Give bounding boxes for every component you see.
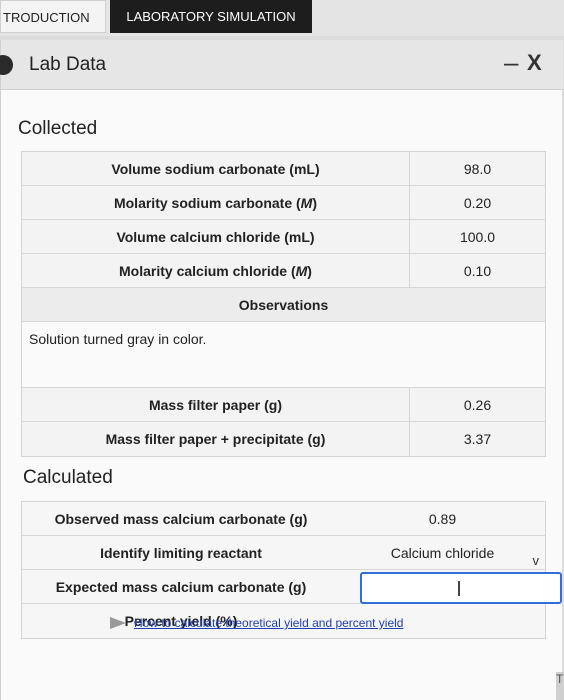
row-value: 3.37 (463, 431, 492, 447)
text-cursor (458, 581, 460, 596)
row-value: 100.0 (459, 229, 496, 245)
panel-title: Lab Data (29, 54, 107, 75)
row-value: 0.10 (463, 263, 492, 279)
table-row: Volume sodium carbonate (mL) 98.0 (22, 152, 545, 186)
row-value: 0.26 (463, 397, 492, 413)
panel-header: Lab Data – X (0, 40, 563, 90)
row-label: Volume sodium carbonate (mL) (22, 152, 410, 185)
observations-text: Solution turned gray in color. (29, 331, 207, 347)
panel-collapse-icon[interactable] (0, 55, 13, 75)
observations-row: Solution turned gray in color. (22, 322, 545, 388)
observed-mass-label: Observed mass calcium carbonate (g) (54, 511, 308, 527)
observed-mass-row: Observed mass calcium carbonate (g) 0.89 (22, 502, 545, 536)
row-value: 98.0 (463, 161, 492, 177)
expected-mass-row: Expected mass calcium carbonate (g) (22, 570, 562, 604)
tab-laboratory-simulation[interactable]: LABORATORY SIMULATION (110, 0, 312, 33)
limiting-reactant-row: Identify limiting reactant Calcium chlor… (22, 536, 545, 570)
row-label: Molarity sodium carbonate (M) (22, 186, 410, 219)
row-label: Mass filter paper (g) (22, 388, 410, 421)
help-link[interactable]: How to calculate theoretical yield and p… (134, 616, 403, 630)
collected-table: Volume sodium carbonate (mL) 98.0 Molari… (21, 151, 546, 457)
table-row: Mass filter paper + precipitate (g) 3.37 (22, 422, 545, 456)
side-tab[interactable]: T (556, 672, 564, 700)
limiting-reactant-label: Identify limiting reactant (100, 545, 262, 561)
table-row: Volume calcium chloride (mL) 100.0 (22, 220, 545, 254)
observations-heading: Observations (238, 297, 329, 313)
row-label: Volume calcium chloride (mL) (22, 220, 410, 253)
observed-mass-value: 0.89 (428, 511, 457, 527)
observations-header-row: Observations (22, 288, 545, 322)
limiting-reactant-value: Calcium chloride (390, 545, 495, 561)
collected-heading: Collected (18, 118, 98, 139)
close-button[interactable]: X (527, 51, 542, 75)
expected-mass-cell (340, 570, 562, 604)
row-label: Molarity calcium chloride (M) (22, 254, 410, 287)
lab-data-panel: Lab Data – X Collected Volume sodium car… (0, 40, 563, 700)
table-row: Molarity calcium chloride (M) 0.10 (22, 254, 545, 288)
row-value: 0.20 (463, 195, 492, 211)
table-row: Mass filter paper (g) 0.26 (22, 388, 545, 422)
tab-introduction[interactable]: TRODUCTION (0, 0, 106, 33)
limiting-reactant-select[interactable]: Calcium chloride v (340, 536, 545, 569)
minimize-button[interactable]: – (504, 49, 518, 75)
expected-mass-input[interactable] (360, 572, 562, 604)
row-label: Mass filter paper + precipitate (g) (22, 422, 410, 456)
table-row: Molarity sodium carbonate (M) 0.20 (22, 186, 545, 220)
calculated-heading: Calculated (23, 467, 113, 488)
expected-mass-label: Expected mass calcium carbonate (g) (55, 579, 307, 595)
tab-bar: TRODUCTION LABORATORY SIMULATION (0, 0, 564, 36)
